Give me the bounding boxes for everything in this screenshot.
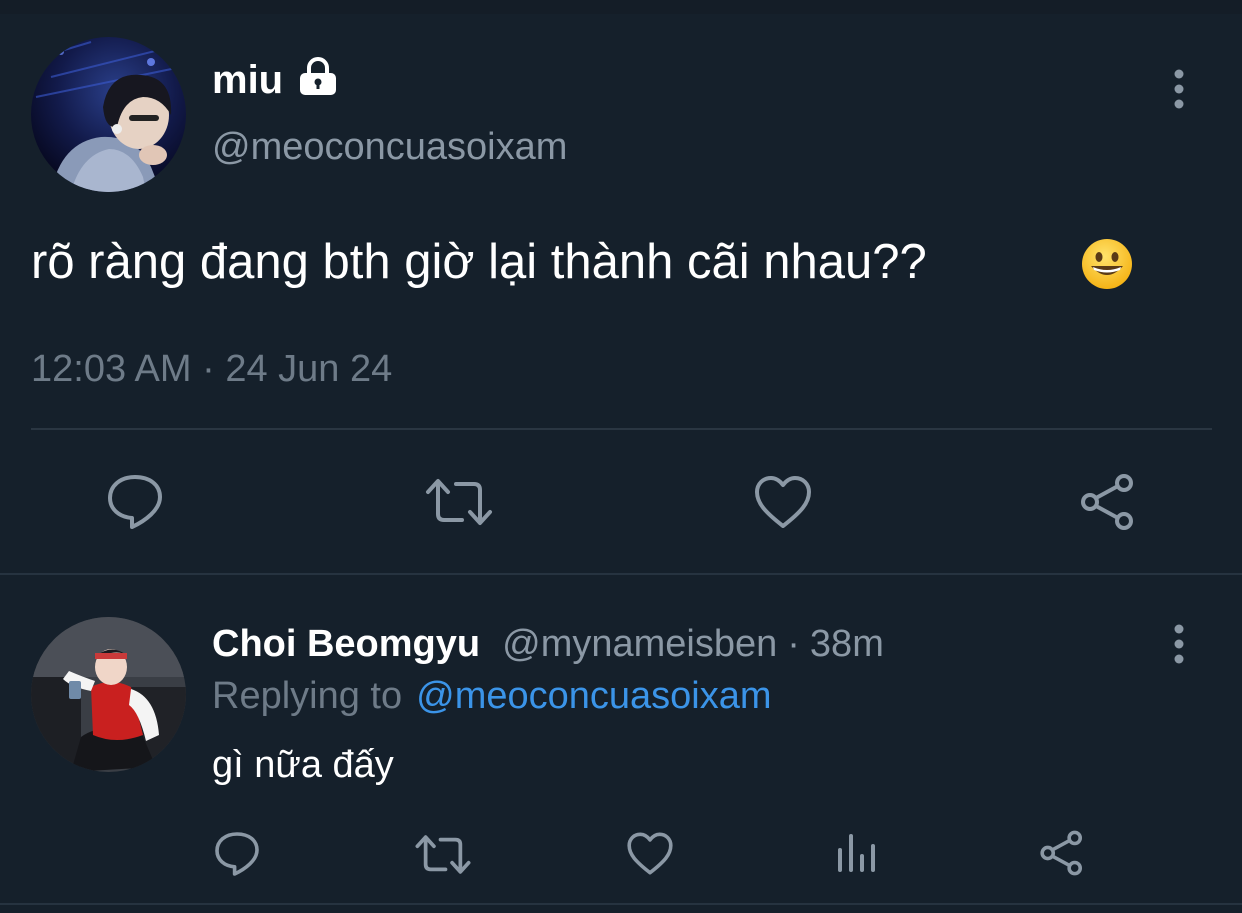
- avatar-choi-beomgyu[interactable]: [31, 617, 186, 772]
- author-name[interactable]: miu: [212, 56, 283, 104]
- analytics-icon[interactable]: [836, 832, 878, 874]
- more-vertical-icon[interactable]: [1162, 623, 1196, 665]
- separator-dot: ·: [787, 623, 800, 665]
- replying-to-prefix: Replying to: [212, 675, 403, 717]
- reply-author-handle[interactable]: @mynameisben: [502, 623, 777, 665]
- tweet-text: rõ ràng đang bth giờ lại thành cãi nhau?…: [31, 235, 927, 289]
- lock-icon: [297, 56, 339, 98]
- section-divider: [0, 573, 1242, 575]
- reply-timestamp[interactable]: 38m: [810, 623, 884, 665]
- top-edge: [0, 0, 1242, 14]
- share-icon[interactable]: [1038, 830, 1086, 876]
- avatar-miu[interactable]: [31, 37, 186, 192]
- share-icon[interactable]: [1078, 473, 1138, 531]
- author-handle[interactable]: @meoconcuasoixam: [212, 124, 567, 170]
- tweet-timestamp[interactable]: 12:03 AM · 24 Jun 24: [31, 346, 392, 392]
- replying-to-link[interactable]: @meoconcuasoixam: [416, 675, 771, 717]
- more-vertical-icon[interactable]: [1162, 68, 1196, 110]
- reply-author-name[interactable]: Choi Beomgyu: [212, 623, 480, 665]
- retweet-icon[interactable]: [424, 476, 494, 528]
- divider: [31, 428, 1212, 430]
- reply-icon[interactable]: [105, 473, 165, 531]
- bottom-divider: [0, 903, 1242, 905]
- retweet-icon[interactable]: [414, 833, 472, 876]
- like-icon[interactable]: [626, 831, 674, 876]
- tweet-detail-page: miu @meoconcuasoixam rõ ràng đang bth gi…: [0, 0, 1242, 913]
- replying-to-line: Replying to @meoconcuasoixam: [212, 672, 772, 720]
- grinning-face-emoji: [1080, 237, 1134, 291]
- reply-header: Choi Beomgyu @mynameisben · 38m: [212, 620, 884, 676]
- reply-text: gì nữa đấy: [212, 744, 394, 786]
- like-icon[interactable]: [753, 474, 813, 530]
- reply-icon[interactable]: [213, 830, 261, 878]
